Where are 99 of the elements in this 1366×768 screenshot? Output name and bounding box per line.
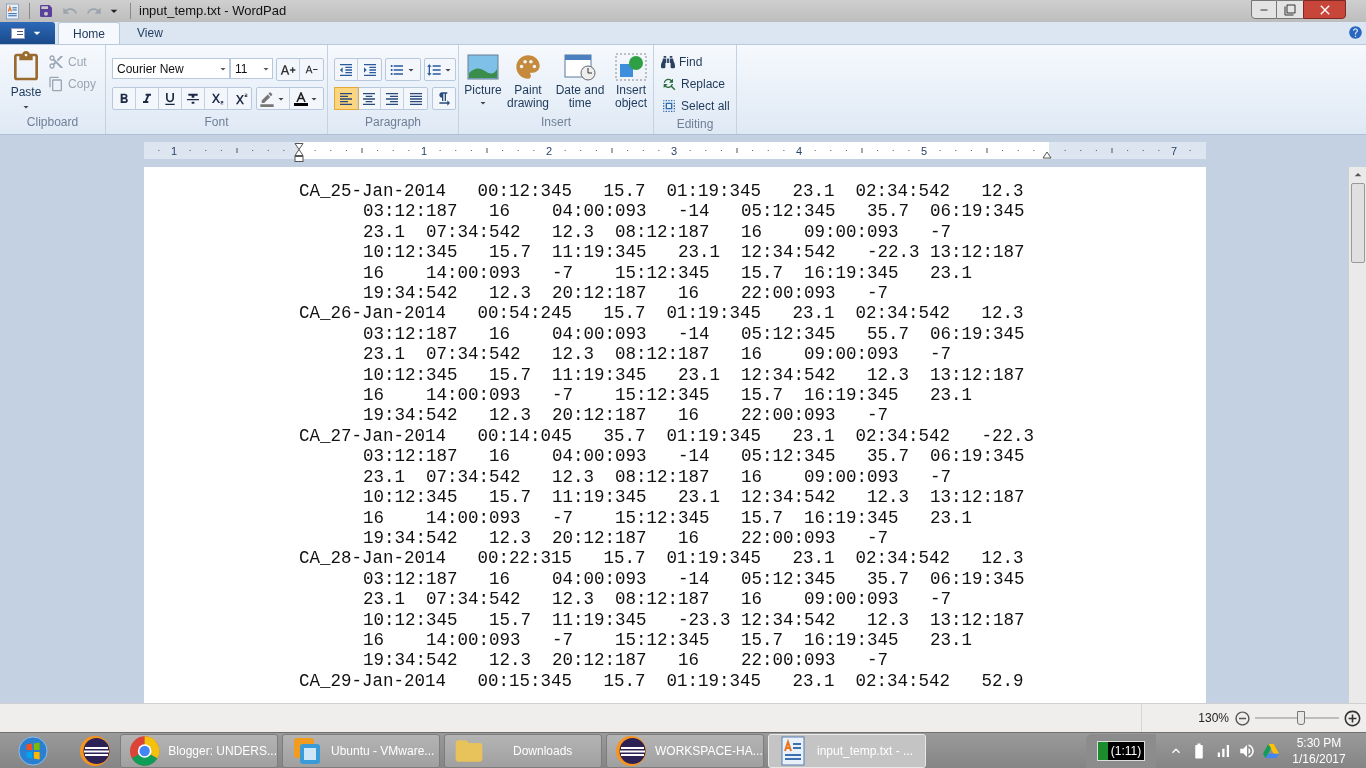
align-icon bbox=[338, 90, 354, 107]
document-icon bbox=[10, 27, 25, 39]
indent-marker-icon[interactable] bbox=[294, 142, 304, 163]
chrome-icon bbox=[129, 734, 161, 767]
ribbon-tab[interactable]: View bbox=[123, 22, 177, 44]
binoculars-icon bbox=[661, 54, 675, 69]
document-text-line: 16 14:00:093 -7 15:12:345 15.7 16:19:345 23.1 bbox=[363, 262, 973, 284]
align-button[interactable] bbox=[335, 88, 358, 109]
document-text-line: 23.1 07:34:542 12.3 08:12:187 16 09:00:093 -7 bbox=[363, 221, 952, 243]
editing-button[interactable]: Find bbox=[661, 52, 730, 71]
line-spacing-icon bbox=[426, 61, 442, 78]
group-label: Insert bbox=[540, 114, 572, 131]
insert-button[interactable]: Picture bbox=[463, 53, 503, 110]
ruler-number: 5 bbox=[921, 144, 928, 159]
group-label: Paragraph bbox=[363, 114, 422, 131]
ruler-number: 1 bbox=[171, 144, 178, 159]
underline-icon bbox=[162, 90, 178, 107]
ruler-number: 3 bbox=[671, 144, 678, 159]
document-text-line: 19:34:542 12.3 20:12:187 16 22:00:093 -7 bbox=[363, 527, 889, 549]
group-label: Editing bbox=[675, 116, 715, 133]
close-button[interactable] bbox=[1303, 0, 1346, 19]
document-text-line: CA_29-Jan-2014 00:15:345 15.7 01:19:345 23.1 02:34:542 52.9 bbox=[299, 670, 1024, 692]
document-text-line: 16 14:00:093 -7 15:12:345 15.7 16:19:345 23.1 bbox=[363, 629, 973, 651]
document-text-line: CA_25-Jan-2014 00:12:345 15.7 01:19:345 23.1 02:34:542 12.3 bbox=[299, 181, 1024, 202]
minimize-button[interactable] bbox=[1251, 0, 1277, 19]
text-color-icon bbox=[293, 91, 308, 106]
align-icon bbox=[407, 90, 424, 107]
document-text-line: 16 14:00:093 -7 15:12:345 15.7 16:19:345 23.1 bbox=[363, 507, 973, 528]
zoom-in-icon[interactable] bbox=[1343, 708, 1362, 728]
eclipse-icon bbox=[79, 734, 111, 767]
highlight-button[interactable] bbox=[257, 88, 290, 109]
paste-button[interactable]: Paste bbox=[4, 49, 48, 113]
editing-button[interactable]: Replace bbox=[661, 74, 730, 93]
application-menu-button[interactable] bbox=[0, 22, 55, 44]
paragraph-button[interactable] bbox=[432, 87, 456, 110]
save-icon[interactable] bbox=[38, 3, 54, 19]
paragraph-icon bbox=[436, 90, 452, 107]
ribbon-tab[interactable]: Home bbox=[58, 22, 120, 44]
increase-indent-icon bbox=[361, 61, 378, 78]
vertical-scrollbar[interactable] bbox=[1348, 167, 1366, 703]
document-text-line: 03:12:187 16 04:00:093 -14 05:12:345 35.7 06:19:345 bbox=[363, 201, 1025, 222]
document-text-line: 19:34:542 12.3 20:12:187 16 22:00:093 -7 bbox=[363, 405, 889, 426]
document-text-line: CA_27-Jan-2014 00:14:045 35.7 01:19:345 23.1 02:34:542 -22.3 bbox=[299, 425, 1035, 447]
select-all-icon bbox=[661, 97, 677, 114]
clock-time: 5:30 PM bbox=[1296, 734, 1342, 751]
document-text-line: 19:34:542 12.3 20:12:187 16 22:00:093 -7 bbox=[363, 650, 889, 671]
editing-button[interactable]: Select all bbox=[661, 96, 730, 115]
document-text-line: 03:12:187 16 04:00:093 -14 05:12:345 35.7 06:19:345 bbox=[363, 568, 1025, 590]
help-icon[interactable] bbox=[1348, 25, 1363, 40]
document-text-line: 10:12:345 15.7 11:19:345 23.1 12:34:542 12.3 13:12:187 bbox=[363, 487, 1025, 508]
document-text-line: 23.1 07:34:542 12.3 08:12:187 16 09:00:093 -7 bbox=[363, 466, 952, 488]
highlighter-icon bbox=[259, 90, 275, 107]
landscape-icon bbox=[467, 53, 499, 81]
group-label: Font bbox=[203, 114, 230, 131]
shrink-font-icon bbox=[305, 63, 318, 76]
align-icon bbox=[361, 90, 377, 107]
document-text-line: CA_28-Jan-2014 00:22:315 15.7 01:19:345 23.1 02:34:542 12.3 bbox=[299, 548, 1024, 569]
document-text-line: 23.1 07:34:542 12.3 08:12:187 16 09:00:093 -7 bbox=[363, 589, 952, 610]
document-text-line: 10:12:345 15.7 11:19:345 23.1 12:34:542 -22.3 13:12:187 bbox=[363, 242, 1025, 263]
document-text-line: 03:12:187 16 04:00:093 -14 05:12:345 55.7 06:19:345 bbox=[363, 323, 1025, 345]
insert-button[interactable]: Date and time bbox=[553, 53, 607, 110]
restore-icon bbox=[1284, 3, 1296, 16]
ruler-number: 7 bbox=[1171, 144, 1178, 159]
insert-button[interactable]: Insert object bbox=[609, 53, 653, 110]
zoom-out-icon[interactable] bbox=[1234, 709, 1251, 727]
document-icon bbox=[4, 2, 21, 20]
insert-button[interactable]: Paint drawing bbox=[505, 53, 551, 110]
ruler-number: 4 bbox=[796, 144, 803, 159]
battery-meter: (1:11) bbox=[1096, 740, 1146, 761]
decrease-indent-icon bbox=[338, 61, 354, 78]
font-size-field[interactable]: 11 bbox=[230, 58, 273, 79]
document-text-line: CA_26-Jan-2014 00:54:245 15.7 01:19:345 23.1 02:34:542 12.3 bbox=[299, 303, 1024, 324]
object-icon bbox=[615, 53, 647, 81]
document-text-line: 19:34:542 12.3 20:12:187 16 22:00:093 -7 bbox=[363, 283, 889, 304]
scrollbar-thumb[interactable] bbox=[1350, 183, 1365, 263]
line-spacing-button[interactable] bbox=[424, 58, 456, 81]
eclipse-icon bbox=[615, 734, 647, 767]
group-label: Clipboard bbox=[25, 114, 80, 131]
ruler-number: 1 bbox=[421, 144, 428, 159]
document-text-line: 10:12:345 15.7 11:19:345 23.1 12:34:542 12.3 13:12:187 bbox=[363, 364, 1025, 386]
zoom-level: 130% bbox=[1198, 710, 1229, 727]
restore-button[interactable] bbox=[1277, 0, 1303, 19]
bullets-button[interactable] bbox=[385, 58, 421, 81]
document-text-line: 16 14:00:093 -7 15:12:345 15.7 16:19:345 23.1 bbox=[363, 385, 973, 406]
ruler-number: 2 bbox=[546, 144, 553, 159]
calendar-clock-icon bbox=[564, 53, 596, 81]
right-indent-marker-icon[interactable] bbox=[1042, 151, 1052, 159]
copy-icon bbox=[48, 75, 64, 92]
slider-thumb[interactable] bbox=[1297, 711, 1306, 725]
document-text-line: 10:12:345 15.7 11:19:345 -23.3 12:34:542 12.3 13:12:187 bbox=[363, 609, 1025, 630]
document-text-line: 03:12:187 16 04:00:093 -14 05:12:345 35.7 06:19:345 bbox=[363, 446, 1025, 467]
windows-logo bbox=[18, 735, 48, 766]
clock-date: 1/16/2017 bbox=[1292, 750, 1346, 767]
zoom-slider[interactable] bbox=[1255, 711, 1339, 725]
window-title: input_temp.txt - WordPad bbox=[139, 2, 287, 21]
document-text-line: 23.1 07:34:542 12.3 08:12:187 16 09:00:093 -7 bbox=[363, 344, 952, 365]
align-icon bbox=[384, 90, 400, 107]
font-name-field[interactable]: Courier New bbox=[112, 58, 230, 79]
scissors-icon bbox=[48, 53, 64, 70]
